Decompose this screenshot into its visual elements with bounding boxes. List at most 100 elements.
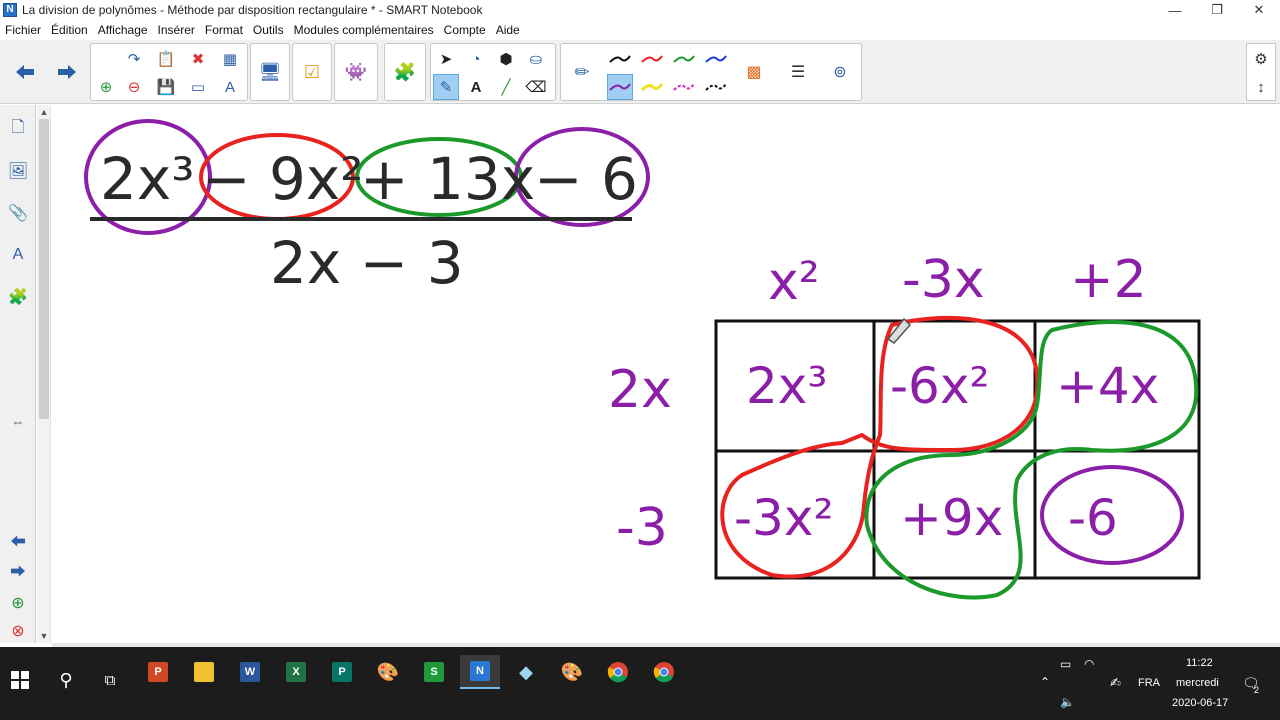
restore-button[interactable]: ❐ [1196,0,1238,20]
swap-sidebar-icon[interactable]: ⇔ [6,409,30,433]
numerator-term-4: − 6 [534,145,638,213]
screen-capture-icon[interactable]: 🖥 [253,46,287,98]
paint-bucket-icon[interactable]: ⛀ [523,46,549,72]
menu-modules[interactable]: Modules complémentaires [289,23,439,37]
green-pen-swatch[interactable] [671,46,697,72]
task-view-icon[interactable]: ⧉ [90,663,130,697]
shapes-icon[interactable]: ◔ [463,46,489,72]
scroll-down-icon[interactable]: ▼ [37,629,51,643]
smart-ink-icon[interactable]: ◆ [506,655,546,689]
menu-compte[interactable]: Compte [439,23,491,37]
paint-icon[interactable]: 🎨 [368,655,408,689]
color-palette-icon[interactable]: ▩ [737,46,771,98]
next-page-icon[interactable] [6,559,30,583]
network-icon[interactable]: ▭ [1060,657,1071,671]
text-format-icon[interactable]: A [217,74,243,100]
window-title: La division de polynômes - Méthode par d… [22,3,483,17]
text-icon[interactable]: A [463,74,489,100]
forward-arrow-icon[interactable] [50,46,84,98]
scroll-up-icon[interactable]: ▲ [37,105,51,119]
black-dashed-pen-swatch[interactable] [703,74,729,100]
grid-cell-r1c1: 2x³ [746,357,827,415]
add-page-sidebar-icon[interactable]: ⊕ [6,591,30,615]
show-hidden-icons-icon[interactable]: ⌃ [1040,675,1050,689]
menu-fichier[interactable]: Fichier [0,23,46,37]
table-icon[interactable]: ▦ [217,46,243,72]
windows-start-icon[interactable] [0,663,40,697]
properties-icon[interactable]: A [6,243,30,267]
move-toolbar-icon[interactable]: ↕ [1248,74,1274,100]
attachments-icon[interactable]: 📎 [6,201,30,225]
scroll-thumb[interactable] [39,119,49,419]
chrome-icon[interactable] [598,655,638,689]
previous-page-icon[interactable] [6,529,30,553]
delete-icon[interactable]: ✖ [185,46,211,72]
page-sorter-icon[interactable]: 🗋 [6,117,30,141]
puzzle-icon[interactable]: 🧩 [388,46,422,98]
magenta-dashed-pen-swatch[interactable] [671,74,697,100]
delete-page-sidebar-icon[interactable]: ⊗ [6,619,30,643]
select-pointer-icon[interactable]: ➤ [433,46,459,72]
pen-workspace-icon[interactable]: ✍ [1110,675,1121,691]
addons-sidebar-icon[interactable]: 🧩 [6,285,30,309]
puzzle-group: 🧩 [384,43,426,101]
menu-aide[interactable]: Aide [491,23,525,37]
pens-icon[interactable]: ✎ [433,74,459,100]
clock-date[interactable]: 2020-06-17 [1172,697,1228,709]
denominator: 2x − 3 [270,229,464,297]
menu-outils[interactable]: Outils [248,23,289,37]
search-icon[interactable]: ⚲ [46,663,86,697]
purple-pen-swatch[interactable] [607,74,633,100]
menu-inserer[interactable]: Insérer [153,23,200,37]
line-icon[interactable]: ╱ [493,74,519,100]
menu-format[interactable]: Format [200,23,248,37]
menu-edition[interactable]: Édition [46,23,93,37]
paste-icon[interactable]: 📋 [153,46,179,72]
red-pen-swatch[interactable] [639,46,665,72]
remove-page-icon[interactable]: ⊖ [121,74,147,100]
gear-icon[interactable]: ⚙ [1248,46,1274,72]
smart-notebook-app-icon: N [3,3,17,17]
clock-time[interactable]: 11:22 [1186,657,1213,669]
gallery-icon[interactable]: 🖼 [6,159,30,183]
close-button[interactable]: ✕ [1238,0,1280,20]
language-indicator[interactable]: FRA [1138,677,1160,689]
blue-pen-swatch[interactable] [703,46,729,72]
activity-icon[interactable]: ☑ [295,46,329,98]
paint3d-icon[interactable]: 🎨 [552,655,592,689]
app-green-icon[interactable]: S [414,655,454,689]
row-header-2: -3 [616,498,668,558]
minimize-button[interactable]: — [1154,0,1196,20]
clock-day[interactable]: mercredi [1176,677,1219,689]
powerpoint-icon[interactable]: P [138,655,178,689]
add-page-icon[interactable]: ⊕ [93,74,119,100]
chrome-profile-icon[interactable] [644,655,684,689]
back-arrow-icon[interactable] [8,46,42,98]
pen-effects-icon[interactable]: ⊚ [823,46,857,98]
volume-icon[interactable]: 🔈 [1060,695,1075,709]
save-icon[interactable]: 💾 [153,74,179,100]
fill-icon[interactable]: ⬢ [493,46,519,72]
excel-icon[interactable]: X [276,655,316,689]
wifi-icon[interactable]: ◠ [1084,657,1094,671]
addon-icon[interactable]: 👾 [339,46,373,98]
eraser-icon[interactable]: ⌫ [523,74,549,100]
word-icon[interactable]: W [230,655,270,689]
pen-icon[interactable]: ✏ [565,46,599,98]
yellow-pen-swatch[interactable] [639,74,665,100]
screen-shade-icon[interactable]: ▭ [185,74,211,100]
col-header-2: -3x [902,250,985,310]
toolbar: ↷ 📋 ✖ ▦ ⊕ ⊖ 💾 ▭ A 🖥 ☑ 👾 🧩 ➤ ◔ ⬢ ⛀ ✎ A ╱ … [0,40,1280,104]
grid-cell-r1c2: -6x² [890,357,990,415]
grid-cell-r2c1: -3x² [734,489,834,547]
menu-affichage[interactable]: Affichage [93,23,153,37]
line-style-icon[interactable]: ☰ [781,46,815,98]
publisher-icon[interactable]: P [322,655,362,689]
notebook-canvas[interactable]: 2x³ − 9x² + 13x − 6 2x − 3 x² -3x +2 2x … [52,105,1280,643]
vertical-scrollbar[interactable]: ▲ ▼ [37,105,51,643]
smart-notebook-taskbar-icon[interactable]: N [460,655,500,689]
file-explorer-icon[interactable] [184,655,224,689]
redo-icon[interactable]: ↷ [121,46,147,72]
black-pen-swatch[interactable] [607,46,633,72]
col-header-3: +2 [1070,250,1147,310]
